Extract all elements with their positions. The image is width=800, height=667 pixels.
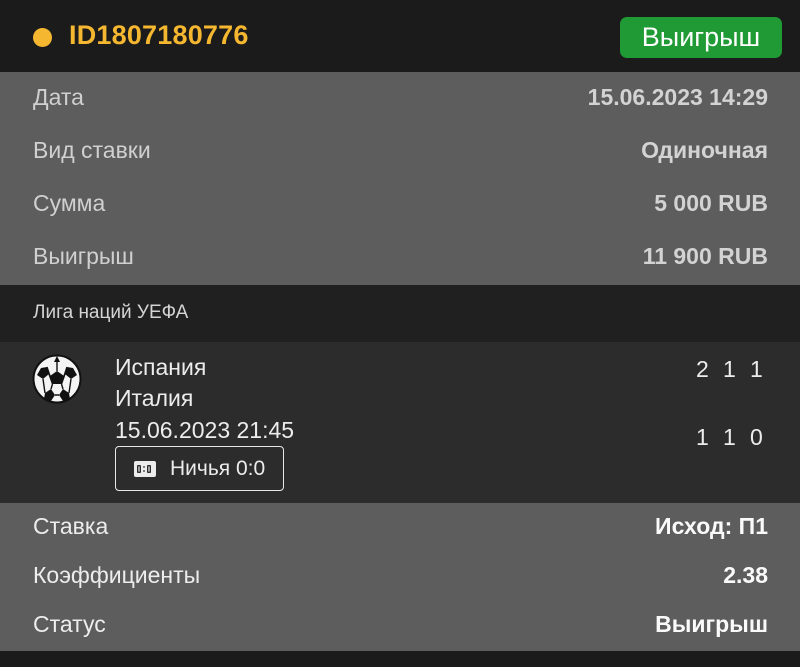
info-value: 15.06.2023 14:29 (587, 84, 768, 110)
match-datetime: 15.06.2023 21:45 (115, 417, 295, 443)
bet-row-selection: Ставка Исход: П1 (0, 503, 800, 552)
bet-value: Исход: П1 (655, 513, 768, 539)
match-card[interactable]: Испания Италия 15.06.2023 21:45 211 110 … (0, 342, 800, 503)
league-name: Лига наций УЕФА (33, 302, 189, 323)
league-header: Лига наций УЕФА (0, 285, 800, 342)
score-cell: 1 (723, 356, 736, 382)
score-row-home: 211 (696, 356, 777, 383)
info-value: Одиночная (641, 137, 768, 163)
score-cell: 2 (696, 356, 709, 382)
info-label: Сумма (33, 190, 106, 216)
soccer-ball-icon (32, 354, 82, 404)
score-cell: 0 (750, 424, 763, 450)
bet-label: Ставка (33, 513, 109, 539)
info-row-amount: Сумма 5 000 RUB (0, 178, 800, 231)
bet-value: 2.38 (723, 562, 768, 588)
team-home: Испания (115, 354, 207, 380)
info-row-date: Дата 15.06.2023 14:29 (0, 72, 800, 125)
score-cell: 1 (750, 356, 763, 382)
info-label: Выигрыш (33, 243, 134, 269)
bet-id: ID1807180776 (69, 20, 249, 50)
live-score-label: Ничья 0:0 (170, 456, 266, 480)
score-cell: 1 (696, 424, 709, 450)
score-row-away: 110 (696, 424, 777, 451)
bet-header: ID1807180776 Выигрыш (0, 0, 800, 72)
footer-bar (0, 651, 800, 667)
bet-row-status: Статус Выигрыш (0, 601, 800, 650)
info-label: Дата (33, 84, 84, 110)
bet-details-section: Ставка Исход: П1 Коэффициенты 2.38 Стату… (0, 503, 800, 651)
live-score-badge[interactable]: Ничья 0:0 (115, 446, 284, 491)
info-value: 11 900 RUB (642, 243, 768, 269)
team-away: Италия (115, 385, 194, 411)
info-label: Вид ставки (33, 137, 151, 163)
bet-value: Выигрыш (655, 611, 768, 637)
info-value: 5 000 RUB (654, 190, 768, 216)
bet-label: Статус (33, 611, 106, 637)
bet-label: Коэффициенты (33, 562, 201, 588)
score-cell: 1 (723, 424, 736, 450)
info-row-win: Выигрыш 11 900 RUB (0, 231, 800, 284)
status-dot-icon (33, 28, 52, 47)
bet-info-section: Дата 15.06.2023 14:29 Вид ставки Одиночн… (0, 72, 800, 285)
scoreboard-icon (134, 460, 156, 477)
status-button[interactable]: Выигрыш (620, 17, 782, 58)
bet-row-odds: Коэффициенты 2.38 (0, 552, 800, 601)
info-row-bet-type: Вид ставки Одиночная (0, 125, 800, 178)
